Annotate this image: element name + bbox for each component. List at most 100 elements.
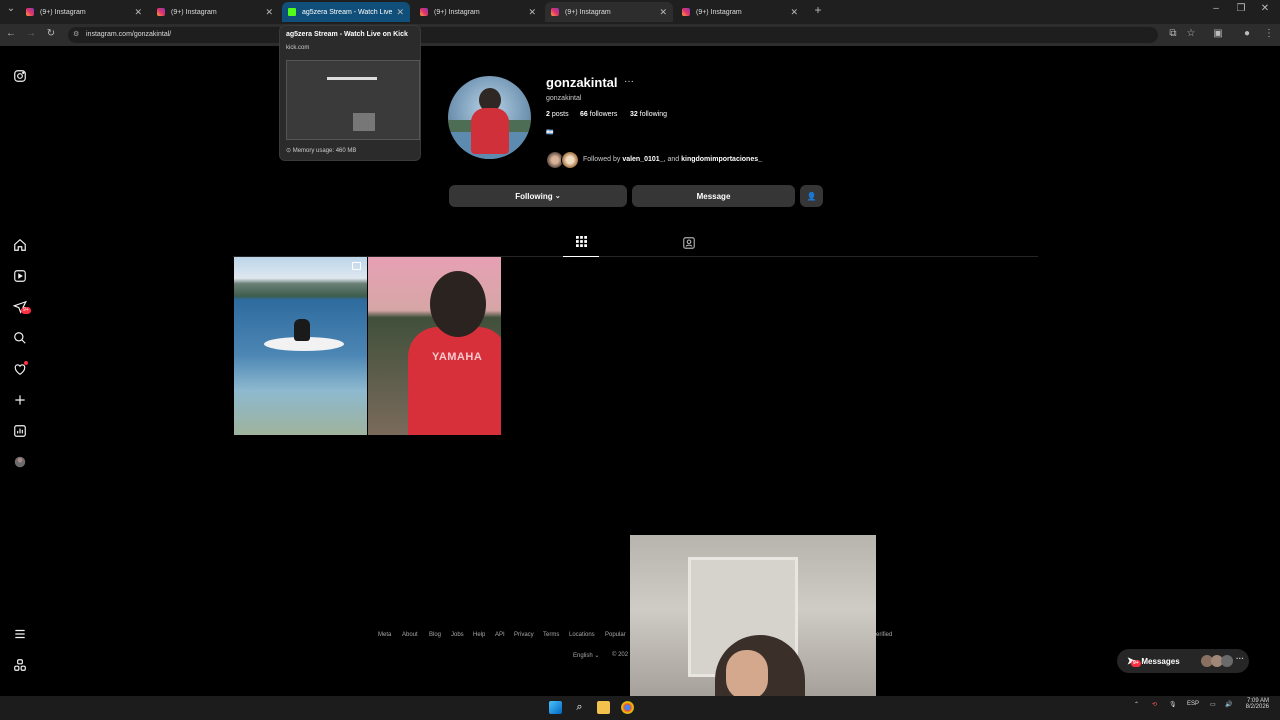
- followers-link[interactable]: 66 followers: [580, 111, 617, 118]
- instagram-favicon-icon: [682, 8, 690, 16]
- message-button[interactable]: Message: [632, 185, 795, 207]
- chrome-icon[interactable]: [621, 701, 634, 714]
- footer-link[interactable]: Locations: [569, 632, 595, 638]
- grid-icon: [575, 236, 587, 247]
- conversation-avatar: [1221, 655, 1233, 667]
- address-bar[interactable]: ⚙ instagram.com/gonzakintal/: [68, 27, 1158, 43]
- notifications-heart-icon[interactable]: [12, 361, 28, 377]
- suggested-users-button[interactable]: 👤: [800, 185, 823, 207]
- install-app-icon[interactable]: ⧉: [1166, 28, 1180, 39]
- tab-hover-card: ag5zera Stream - Watch Live on Kick kick…: [279, 25, 421, 161]
- more-ellipsis-icon: ···: [1236, 654, 1244, 663]
- new-tab-icon[interactable]: +: [811, 3, 825, 17]
- restore-icon[interactable]: ❐: [1234, 3, 1248, 14]
- profile-avatar-icon[interactable]: ●: [1240, 28, 1254, 39]
- footer-link[interactable]: Help: [473, 632, 485, 638]
- chevron-down-icon: ⌄: [554, 193, 561, 200]
- browser-tab[interactable]: (9+) Instagram ✕: [20, 2, 148, 22]
- following-link[interactable]: 32 following: [630, 111, 667, 118]
- tab-search-icon[interactable]: ⌄: [4, 3, 18, 14]
- copyright: © 202: [612, 652, 629, 658]
- footer-link[interactable]: Popular: [605, 632, 626, 638]
- instagram-favicon-icon: [551, 8, 559, 16]
- instagram-favicon-icon: [157, 8, 165, 16]
- footer-link[interactable]: Blog: [429, 632, 441, 638]
- back-icon[interactable]: ←: [4, 28, 18, 39]
- kayaker-shape: [294, 319, 310, 341]
- network-icon[interactable]: ▭: [1210, 701, 1216, 708]
- bookmark-star-icon[interactable]: ☆: [1184, 28, 1198, 39]
- close-tab-icon[interactable]: ✕: [790, 7, 798, 18]
- footer-link[interactable]: Meta: [378, 632, 391, 638]
- footer-link[interactable]: Jobs: [451, 632, 464, 638]
- close-tab-icon[interactable]: ✕: [265, 7, 273, 18]
- create-plus-icon[interactable]: [12, 392, 28, 408]
- close-window-icon[interactable]: ✕: [1258, 3, 1272, 14]
- profile-username: gonzakintal: [546, 75, 618, 90]
- reels-icon[interactable]: [12, 268, 28, 284]
- browser-tab[interactable]: (9+) Instagram ✕: [676, 2, 804, 22]
- close-tab-icon[interactable]: ✕: [528, 7, 536, 18]
- taskbar-search-icon[interactable]: ⌕: [573, 701, 586, 714]
- site-info-icon[interactable]: ⚙: [73, 27, 79, 43]
- profile-avatar-icon[interactable]: [12, 454, 28, 470]
- yamaha-logo-text: YAMAHA: [432, 351, 483, 363]
- follower-avatar[interactable]: [561, 151, 579, 169]
- close-tab-icon[interactable]: ✕: [659, 7, 667, 18]
- browser-tab-kick[interactable]: ag5zera Stream - Watch Live o ✕: [282, 2, 410, 22]
- tab-posts-grid[interactable]: [563, 236, 599, 257]
- windows-start-icon[interactable]: [549, 701, 562, 714]
- tray-overflow-icon[interactable]: ⌃: [1134, 701, 1139, 708]
- direct-messages-icon[interactable]: 9+: [12, 299, 31, 315]
- instagram-sidebar: 9+: [0, 46, 40, 696]
- messages-button[interactable]: ➤9+ Messages ···: [1117, 649, 1249, 673]
- following-button[interactable]: Following ⌄: [449, 185, 627, 207]
- dashboard-icon[interactable]: [12, 423, 28, 439]
- browser-tab-strip: ⌄ (9+) Instagram ✕ (9+) Instagram ✕ ag5zer…: [0, 0, 1280, 24]
- minimize-icon[interactable]: –: [1209, 3, 1223, 14]
- clock[interactable]: 7:09 AM 8/2/2026: [1243, 698, 1269, 710]
- unread-dot: [24, 361, 28, 365]
- menu-kebab-icon[interactable]: ⋮: [1262, 28, 1276, 39]
- footer-link[interactable]: Terms: [543, 632, 559, 638]
- file-explorer-icon[interactable]: [597, 701, 610, 714]
- post-thumbnail[interactable]: [234, 257, 367, 435]
- footer-link[interactable]: API: [495, 632, 505, 638]
- search-icon[interactable]: [12, 330, 28, 346]
- tab-preview-thumbnail: [286, 60, 420, 140]
- forward-icon[interactable]: →: [24, 28, 38, 39]
- language-selector[interactable]: English ⌄: [573, 652, 599, 659]
- head-shape: [430, 271, 486, 337]
- volume-icon[interactable]: 🔊: [1225, 701, 1232, 708]
- options-ellipsis-icon[interactable]: ···: [624, 76, 634, 87]
- footer-link[interactable]: erified: [876, 632, 892, 638]
- browser-tab-current[interactable]: (9+) Instagram ✕: [545, 2, 673, 22]
- life-vest-shape: [408, 327, 501, 435]
- memory-usage: ⊙ Memory usage: 460 MB: [286, 148, 357, 154]
- post-thumbnail[interactable]: YAMAHA: [368, 257, 501, 435]
- direct-messages-icon: ➤9+: [1127, 656, 1141, 667]
- tray-app-icon[interactable]: ⟲: [1152, 701, 1157, 708]
- footer-link[interactable]: About: [402, 632, 418, 638]
- browser-toolbar: ← → ↻ ⚙ instagram.com/gonzakintal/ ⧉ ☆ ▣…: [0, 24, 1280, 46]
- home-icon[interactable]: [12, 237, 28, 253]
- profile-bio: 🇦🇷: [546, 130, 554, 136]
- language-indicator[interactable]: ESP: [1187, 701, 1199, 707]
- kick-favicon-icon: [288, 8, 296, 16]
- posts-count: 2 posts: [546, 111, 569, 118]
- followed-by-text[interactable]: Followed by valen_0101_, and kingdomimpo…: [583, 156, 762, 163]
- microphone-icon[interactable]: 🎙: [1169, 701, 1177, 708]
- profile-picture[interactable]: [448, 76, 531, 159]
- browser-tab[interactable]: (9+) Instagram ✕: [151, 2, 279, 22]
- close-tab-icon[interactable]: ✕: [134, 7, 142, 18]
- reload-icon[interactable]: ↻: [44, 28, 58, 39]
- instagram-logo-icon[interactable]: [12, 68, 28, 84]
- add-person-icon: 👤: [806, 191, 817, 201]
- browser-tab[interactable]: (9+) Instagram ✕: [414, 2, 542, 22]
- footer-link[interactable]: Privacy: [514, 632, 534, 638]
- streamer-face-shape: [726, 650, 768, 700]
- memory-icon: ⊙: [286, 148, 292, 154]
- tab-tagged[interactable]: [682, 236, 698, 252]
- close-tab-icon[interactable]: ✕: [396, 7, 404, 18]
- extensions-icon[interactable]: ▣: [1211, 28, 1225, 39]
